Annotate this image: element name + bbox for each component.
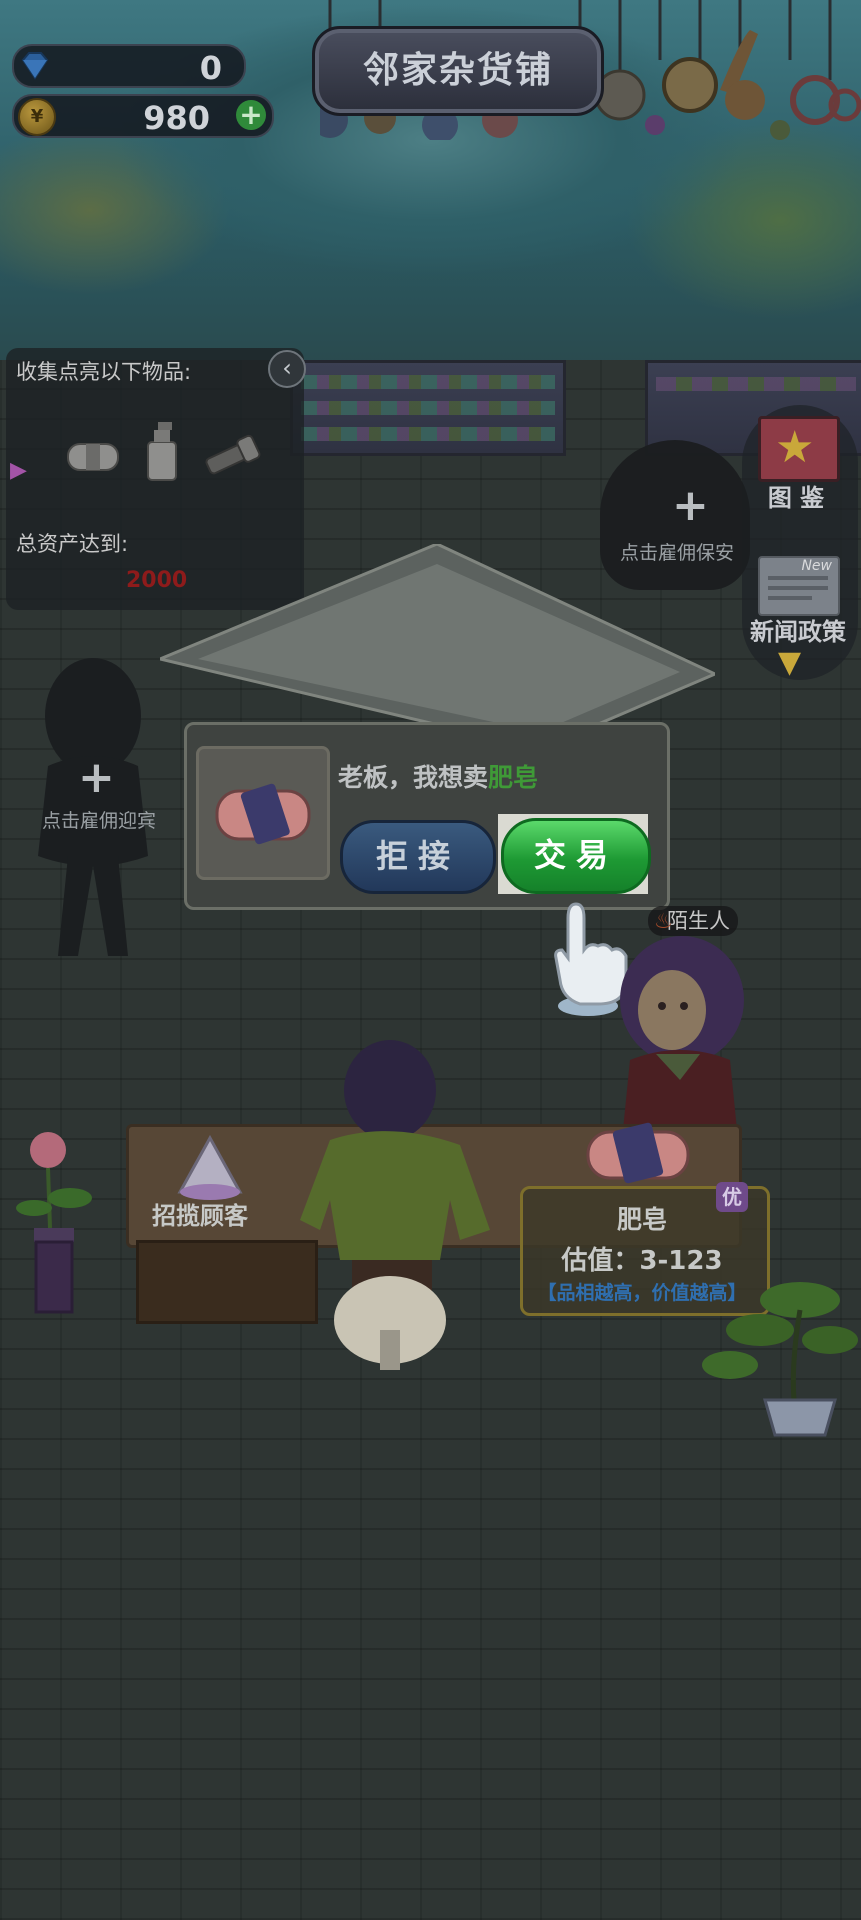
diamond-icon: [21, 52, 49, 80]
gem-count: 0: [199, 49, 222, 87]
coin-icon: ¥: [18, 98, 56, 136]
potted-plant-decoration: [702, 1282, 858, 1437]
collect-label: 收集点亮以下物品:: [16, 360, 192, 384]
flower-pot-decoration: [16, 1132, 92, 1314]
expand-arrow-icon[interactable]: ▶: [10, 458, 27, 483]
megaphone-icon[interactable]: [170, 1132, 250, 1202]
dialog-item-name: 肥皂: [488, 763, 539, 792]
news-new-badge: New: [801, 558, 832, 574]
add-coins-button[interactable]: +: [236, 100, 266, 130]
dialog-item-frame: [196, 746, 330, 880]
hire-guard-plus-icon[interactable]: +: [672, 480, 709, 531]
gem-counter: 0: [12, 44, 246, 88]
appraisal-item-name: 肥皂: [616, 1205, 667, 1234]
spray-bottle-icon: [147, 422, 177, 481]
soap-item-on-counter[interactable]: [580, 1110, 700, 1190]
reject-button[interactable]: 拒接: [340, 820, 496, 894]
coin-counter: ¥ 980 +: [12, 94, 274, 138]
wall-shelf: [290, 360, 566, 456]
chevron-down-icon[interactable]: ▼: [778, 648, 801, 678]
collapse-panel-button[interactable]: ‹: [268, 350, 306, 388]
atlas-book-icon[interactable]: ★: [758, 416, 840, 482]
trade-button[interactable]: 交易: [501, 818, 651, 894]
dialog-message-prefix: 老板，我想卖: [338, 763, 489, 792]
atlas-button-label[interactable]: 图 鉴: [744, 478, 848, 513]
solicit-customers-label[interactable]: 招揽顾客: [152, 1196, 248, 1231]
hire-greeter-plus-icon[interactable]: +: [78, 752, 115, 803]
shop-title-banner: 邻家杂货铺: [312, 26, 604, 116]
glass-display-case: [160, 544, 715, 749]
dialog-message: 老板，我想卖肥皂: [338, 758, 538, 794]
star-icon: ★: [775, 422, 815, 473]
soap-icon: [215, 783, 311, 845]
soap-icon: [67, 443, 119, 471]
hire-greeter-label[interactable]: 点击雇佣迎宾: [42, 806, 156, 833]
flashlight-icon: [205, 434, 261, 475]
shop-title: 邻家杂货铺: [362, 50, 553, 91]
newspaper-icon[interactable]: New: [758, 556, 840, 616]
coin-count: 980: [143, 99, 210, 137]
assets-label: 总资产达到:: [16, 532, 129, 556]
news-button-label[interactable]: 新闻政策: [738, 612, 858, 647]
shopkeeper-character: [300, 1040, 490, 1370]
